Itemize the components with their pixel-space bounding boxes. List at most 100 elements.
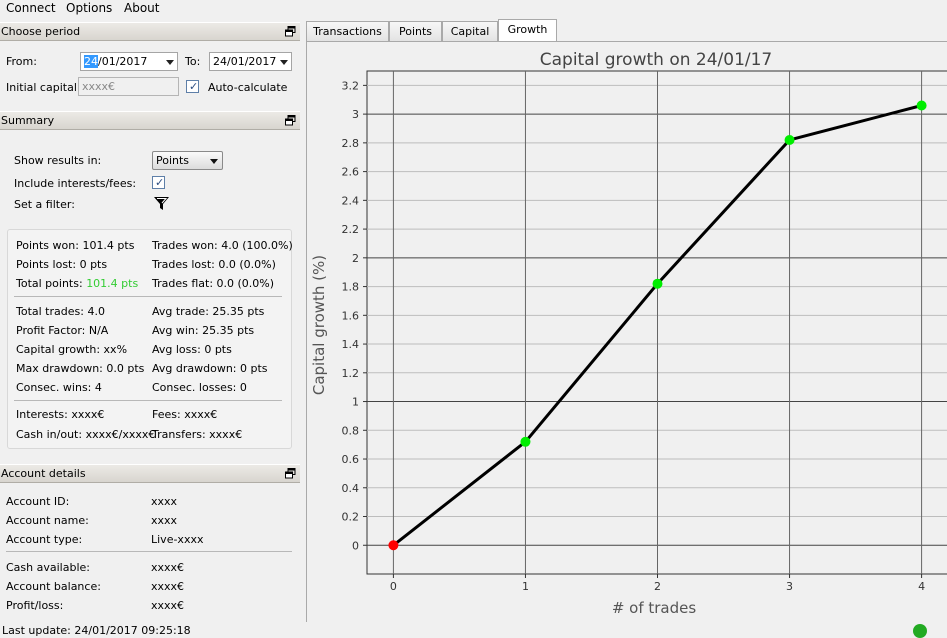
transfers: Transfers: xxxx€ <box>152 428 242 441</box>
chart-y-axis-label: Capital growth (%) <box>310 255 328 395</box>
status-bar: Last update: 24/01/2017 09:25:18 <box>0 622 947 635</box>
tab-points[interactable]: Points <box>389 21 442 41</box>
total-trades: Total trades: 4.0 <box>16 305 105 318</box>
restore-icon[interactable] <box>285 468 296 479</box>
points-lost: Points lost: 0 pts <box>16 258 107 271</box>
trades-won: Trades won: 4.0 (100.0%) <box>152 239 293 252</box>
interests: Interests: xxxx€ <box>16 408 104 421</box>
to-date-field[interactable]: 24/01/2017 <box>209 52 292 71</box>
tab-capital[interactable]: Capital <box>442 21 498 41</box>
x-tick-label: 0 <box>390 580 397 593</box>
chart-title: Capital growth on 24/01/17 <box>540 50 773 70</box>
data-point <box>653 279 663 289</box>
avg-drawdown: Avg drawdown: 0 pts <box>152 362 268 375</box>
x-tick-label: 1 <box>522 580 529 593</box>
summary-stats-box: Points won: 101.4 pts Trades won: 4.0 (1… <box>7 229 292 449</box>
cash-inout: Cash in/out: xxxx€/xxxx€ <box>16 428 155 441</box>
y-tick-label: 2.4 <box>342 194 360 207</box>
y-tick-label: 1.2 <box>342 367 360 380</box>
chevron-down-icon[interactable] <box>280 60 288 65</box>
tab-transactions[interactable]: Transactions <box>306 21 389 41</box>
account-balance-label: Account balance: <box>6 580 101 593</box>
include-fees-label: Include interests/fees: <box>14 177 136 190</box>
menu-connect[interactable]: Connect <box>4 1 58 15</box>
account-name-label: Account name: <box>6 514 89 527</box>
plot-area: 00.20.40.60.811.21.41.61.822.22.42.62.83… <box>342 71 947 593</box>
x-tick-label: 2 <box>654 580 661 593</box>
avg-win: Avg win: 25.35 pts <box>152 324 254 337</box>
choose-period-title: Choose period <box>1 25 80 38</box>
menu-bar: Connect Options About <box>0 0 947 18</box>
y-tick-label: 0 <box>352 539 359 552</box>
y-tick-label: 1.6 <box>342 309 360 322</box>
avg-loss: Avg loss: 0 pts <box>152 343 232 356</box>
y-tick-label: 1 <box>352 396 359 409</box>
profit-factor: Profit Factor: N/A <box>16 324 108 337</box>
y-tick-label: 1.4 <box>342 338 360 351</box>
consec-losses: Consec. losses: 0 <box>152 381 247 394</box>
divider <box>14 400 282 401</box>
x-tick-label: 4 <box>918 580 925 593</box>
total-points-value: 101.4 pts <box>86 277 138 290</box>
data-point <box>520 437 530 447</box>
profit-loss-label: Profit/loss: <box>6 599 63 612</box>
y-tick-label: 0.8 <box>342 424 360 437</box>
tab-growth[interactable]: Growth <box>498 19 557 41</box>
y-tick-label: 2.2 <box>342 223 360 236</box>
divider <box>14 296 282 297</box>
x-tick-label: 3 <box>786 580 793 593</box>
show-results-dropdown[interactable]: Points <box>152 151 223 170</box>
to-label: To: <box>185 55 200 68</box>
include-fees-checkbox[interactable]: ✓ <box>152 176 165 189</box>
restore-icon[interactable] <box>285 26 296 37</box>
show-results-value: Points <box>156 154 189 167</box>
menu-about[interactable]: About <box>122 1 161 15</box>
y-tick-label: 0.6 <box>342 453 360 466</box>
profit-loss-value: xxxx€ <box>151 599 184 612</box>
capital-growth: Capital growth: xx% <box>16 343 127 356</box>
total-points: Total points: 101.4 pts <box>16 277 138 290</box>
data-point <box>388 540 398 550</box>
chevron-down-icon[interactable] <box>166 60 174 65</box>
avg-trade: Avg trade: 25.35 pts <box>152 305 264 318</box>
data-point <box>785 135 795 145</box>
y-tick-label: 2.8 <box>342 137 360 150</box>
left-panel: Choose period From: 24/01/2017 To: 24/01… <box>0 18 302 635</box>
divider <box>6 551 292 552</box>
restore-icon[interactable] <box>285 115 296 126</box>
from-label: From: <box>6 55 37 68</box>
account-id-value: xxxx <box>151 495 177 508</box>
check-icon: ✓ <box>189 80 198 93</box>
y-tick-label: 0.4 <box>342 482 360 495</box>
y-tick-label: 3 <box>352 108 359 121</box>
y-tick-label: 0.2 <box>342 511 360 524</box>
filter-label: Set a filter: <box>14 198 75 211</box>
points-won: Points won: 101.4 pts <box>16 239 134 252</box>
growth-chart: Capital growth on 24/01/17 # of trades C… <box>307 42 947 623</box>
account-details-title: Account details <box>1 467 86 480</box>
to-date-value: 24/01/2017 <box>213 55 276 68</box>
account-name-value: xxxx <box>151 514 177 527</box>
menu-options[interactable]: Options <box>64 1 114 15</box>
trades-lost: Trades lost: 0.0 (0.0%) <box>152 258 276 271</box>
from-date-selected: 24 <box>84 55 98 68</box>
auto-calculate-label: Auto-calculate <box>208 81 287 94</box>
total-points-label: Total points: <box>16 277 86 290</box>
cash-available-value: xxxx€ <box>151 561 184 574</box>
account-id-label: Account ID: <box>6 495 69 508</box>
y-tick-label: 1.8 <box>342 281 360 294</box>
summary-title: Summary <box>1 114 54 127</box>
auto-calculate-checkbox[interactable]: ✓ <box>186 80 199 93</box>
account-type-label: Account type: <box>6 533 82 546</box>
from-date-field[interactable]: 24/01/2017 <box>80 52 178 71</box>
account-balance-value: xxxx€ <box>151 580 184 593</box>
initial-capital-input[interactable]: xxxx€ <box>78 77 179 96</box>
chart-x-axis-label: # of trades <box>612 599 697 617</box>
show-results-label: Show results in: <box>14 154 101 167</box>
consec-wins: Consec. wins: 4 <box>16 381 102 394</box>
filter-icon[interactable] <box>153 195 170 212</box>
check-icon: ✓ <box>155 176 164 189</box>
last-update: Last update: 24/01/2017 09:25:18 <box>2 624 191 637</box>
connection-status-icon <box>913 624 927 638</box>
account-type-value: Live-xxxx <box>151 533 203 546</box>
